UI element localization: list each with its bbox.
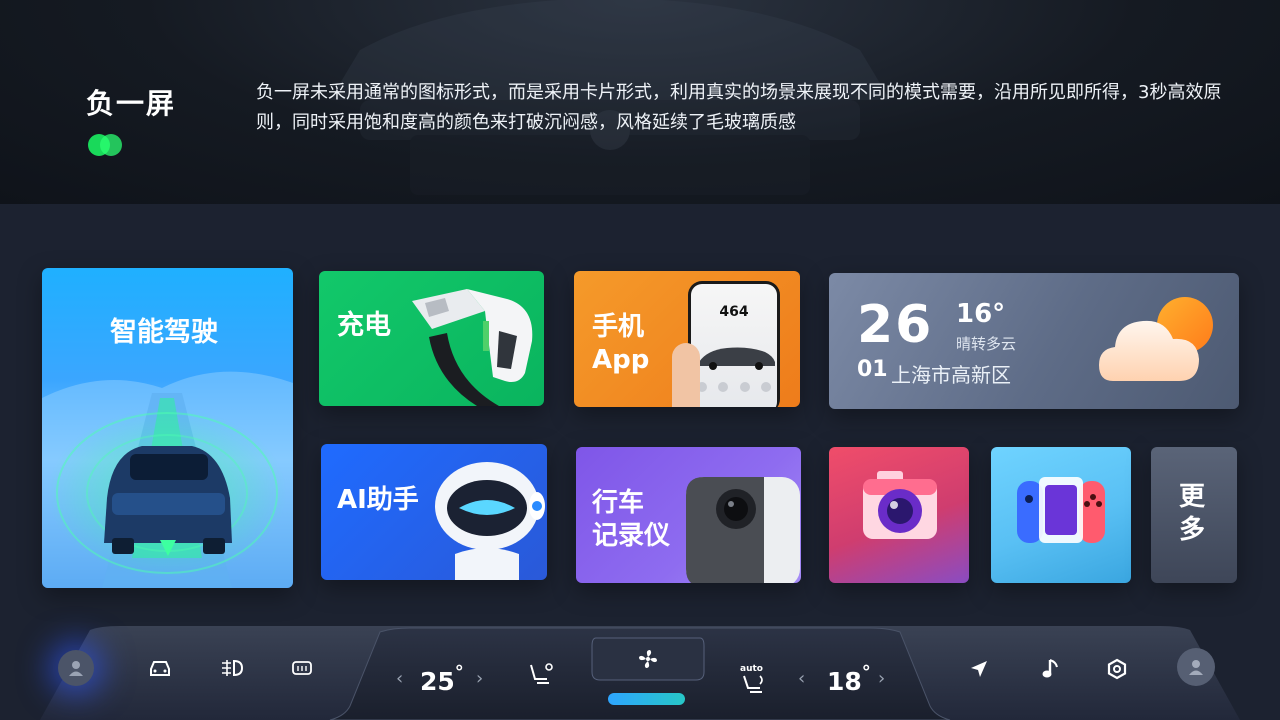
weather-card[interactable]: 26 16° 晴转多云 01 上海市高新区: [829, 273, 1239, 409]
phone-car-image: [697, 347, 775, 370]
dashcam-card[interactable]: 行车 记录仪: [576, 447, 801, 583]
ai-assistant-card[interactable]: AI助手: [321, 444, 547, 580]
seat-heat-button[interactable]: [526, 660, 556, 688]
page-description: 负一屏未采用通常的图标形式，而是采用卡片形式，利用真实的场景来展现不同的模式需要…: [256, 82, 1222, 133]
rear-defrost-button[interactable]: [288, 658, 316, 680]
right-temp-decrease[interactable]: ‹: [798, 668, 805, 689]
phone-app-card[interactable]: 手机 App 464: [574, 271, 800, 407]
music-note-icon: [1042, 659, 1058, 678]
more-label: 更多: [1179, 482, 1206, 545]
left-temp-increase[interactable]: ›: [476, 668, 483, 689]
robot-mascot-icon: [435, 462, 545, 580]
seat-heat-icon: [530, 663, 553, 684]
right-temperature: 18°: [827, 662, 871, 696]
settings-button[interactable]: [1104, 656, 1130, 682]
smart-driving-card[interactable]: 智能驾驶: [42, 268, 293, 588]
weather-temperature: 26: [857, 295, 934, 355]
bottom-dock: ‹ 25° › auto ‹ 18° ›: [0, 620, 1280, 720]
phone-app-label: 手机 App: [592, 312, 650, 375]
navigation-icon: [971, 661, 987, 677]
weather-low-temp: 16°: [956, 299, 1006, 329]
charging-card[interactable]: 充电: [319, 271, 544, 406]
weather-condition: 晴转多云: [956, 335, 1017, 353]
phone-app-grid: [697, 382, 771, 406]
left-temp-decrease[interactable]: ‹: [396, 668, 403, 689]
hand-illustration: [672, 343, 700, 407]
avatar-icon: [1189, 660, 1203, 675]
charging-label: 充电: [337, 310, 391, 341]
seat-auto-icon: [743, 675, 763, 693]
left-temp-degree: °: [454, 662, 464, 683]
page-title: 负一屏: [86, 87, 177, 120]
car-icon: [150, 661, 170, 676]
right-temp-degree: °: [861, 662, 871, 683]
phone-screen-time: 464: [719, 304, 749, 320]
dashcam-device-icon: [686, 477, 800, 583]
cloud-sun-icon: [1099, 297, 1213, 381]
header-banner: 负一屏 负一屏未采用通常的图标形式，而是采用卡片形式，利用真实的场景来展现不同的…: [0, 0, 1280, 204]
seat-auto-button[interactable]: [738, 670, 770, 698]
dashcam-label: 行车 记录仪: [592, 488, 671, 551]
camera-icon: [863, 471, 937, 539]
driver-avatar[interactable]: [58, 650, 94, 686]
music-button[interactable]: [1038, 656, 1064, 682]
left-temp-value: 25: [420, 667, 455, 696]
navigation-button[interactable]: [966, 656, 992, 682]
ai-assistant-label: AI助手: [337, 485, 419, 515]
passenger-avatar[interactable]: [1177, 648, 1215, 686]
avatar-icon: [69, 661, 83, 676]
weather-date: 01: [857, 357, 888, 382]
more-card[interactable]: 更多: [1151, 447, 1237, 583]
fog-light-button[interactable]: [218, 656, 246, 680]
fan-level-indicator: [608, 693, 685, 705]
fan-button[interactable]: [628, 646, 668, 672]
brand-dots: [88, 134, 124, 156]
weather-location: 上海市高新区: [891, 363, 1011, 387]
car-button[interactable]: [146, 656, 174, 680]
settings-hex-icon: [1107, 658, 1127, 680]
fog-light-icon: [222, 659, 244, 677]
game-card[interactable]: [991, 447, 1131, 583]
fan-icon: [639, 650, 657, 668]
gamepad-icon: [1017, 477, 1105, 543]
smart-driving-label: 智能驾驶: [110, 317, 218, 348]
camera-card[interactable]: [829, 447, 969, 583]
phone-mockup-illustration: 464: [688, 281, 780, 407]
left-temperature: 25°: [420, 662, 464, 696]
rear-defrost-icon: [292, 661, 312, 675]
charger-plug-icon: [412, 289, 533, 406]
right-temp-value: 18: [827, 667, 862, 696]
right-temp-increase[interactable]: ›: [878, 668, 885, 689]
